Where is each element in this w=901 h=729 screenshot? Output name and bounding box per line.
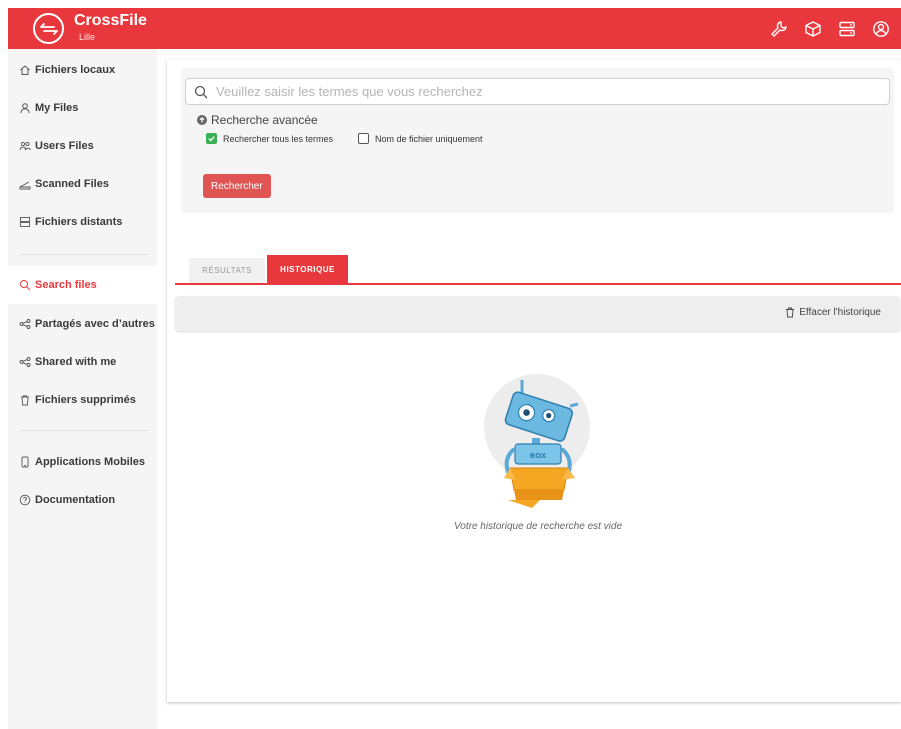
search-button[interactable]: Rechercher [203, 174, 271, 198]
sidebar-item-users-files[interactable]: Users Files [8, 127, 157, 165]
sidebar-item-documentation[interactable]: Documentation [8, 481, 157, 519]
sidebar-item-label: Fichiers locaux [35, 64, 116, 76]
phone-icon [19, 456, 31, 468]
sidebar-item-fichiers-locaux[interactable]: Fichiers locaux [8, 51, 157, 89]
advanced-search-toggle[interactable]: Recherche avancée [197, 113, 318, 127]
wrench-icon[interactable] [767, 17, 791, 41]
sidebar-item-applications-mobiles[interactable]: Applications Mobiles [8, 443, 157, 481]
scanner-icon [19, 178, 31, 190]
option-filename-only[interactable]: Nom de fichier uniquement [358, 133, 483, 144]
robot-box-label: BOX [530, 452, 547, 460]
sidebar-item-label: Partagés avec d’autres [35, 318, 155, 330]
server-icon [19, 216, 31, 228]
trash-icon [786, 307, 795, 318]
sidebar-item-label: Scanned Files [35, 178, 109, 190]
search-icon [19, 279, 31, 291]
sidebar-item-fichiers-distants[interactable]: Fichiers distants [8, 203, 157, 241]
server-icon[interactable] [835, 17, 859, 41]
tab-underline [175, 283, 901, 285]
sidebar-divider [20, 430, 149, 431]
logo-icon[interactable] [33, 13, 64, 44]
sidebar-item-search-files[interactable]: Search files [8, 266, 157, 304]
sidebar-item-label: Fichiers supprimés [35, 394, 136, 406]
app-subtitle: Lille [79, 32, 96, 42]
sidebar-item-label: My Files [35, 102, 79, 114]
sidebar-item-label: Applications Mobiles [35, 456, 146, 468]
users-icon [19, 140, 31, 152]
empty-history-robot-illustration: BOX [484, 374, 590, 508]
trash-icon [19, 394, 31, 406]
sidebar-item-label: Users Files [35, 140, 94, 152]
search-box[interactable] [185, 78, 890, 105]
clear-history-label: Effacer l'historique [799, 307, 881, 318]
sidebar-item-label: Documentation [35, 494, 116, 506]
share-icon [19, 318, 31, 330]
clear-history-button[interactable]: Effacer l'historique [785, 307, 881, 318]
sidebar-item-label: Shared with me [35, 356, 117, 368]
home-icon [19, 64, 31, 76]
option-all-terms[interactable]: Rechercher tous les termes [206, 133, 333, 144]
arrow-up-circle-icon [197, 115, 207, 125]
history-toolbar: Effacer l'historique [175, 296, 900, 331]
help-icon [19, 494, 31, 506]
share-icon [19, 356, 31, 368]
checkbox-checked[interactable] [206, 133, 217, 144]
search-panel: Recherche avancée Rechercher tous les te… [181, 68, 894, 213]
sidebar: Fichiers locaux My Files Users Files Sca… [8, 49, 157, 729]
advanced-search-label: Recherche avancée [211, 113, 318, 127]
tab-resultats[interactable]: RÉSULTATS [189, 258, 265, 283]
sidebar-divider [20, 254, 149, 255]
sidebar-item-my-files[interactable]: My Files [8, 89, 157, 127]
empty-history-message: Votre historique de recherche est vide [453, 521, 623, 532]
account-icon[interactable] [869, 17, 893, 41]
search-input[interactable] [214, 83, 878, 100]
checkbox-unchecked[interactable] [358, 133, 369, 144]
option-label: Rechercher tous les termes [223, 133, 334, 144]
app-name: CrossFile [74, 12, 147, 29]
sidebar-item-scanned-files[interactable]: Scanned Files [8, 165, 157, 203]
option-label: Nom de fichier uniquement [375, 133, 483, 144]
cube-icon[interactable] [801, 17, 825, 41]
sidebar-item-shared-with-me[interactable]: Shared with me [8, 343, 157, 381]
sidebar-item-partages-avec-autres[interactable]: Partagés avec d’autres [8, 305, 157, 343]
sidebar-item-fichiers-supprimes[interactable]: Fichiers supprimés [8, 381, 157, 419]
app-header: CrossFile Lille [8, 8, 901, 49]
sidebar-item-label: Search files [35, 279, 97, 291]
user-icon [19, 102, 31, 114]
tab-historique[interactable]: HISTORIQUE [267, 255, 348, 283]
search-icon [194, 85, 208, 98]
sidebar-item-label: Fichiers distants [35, 216, 123, 228]
